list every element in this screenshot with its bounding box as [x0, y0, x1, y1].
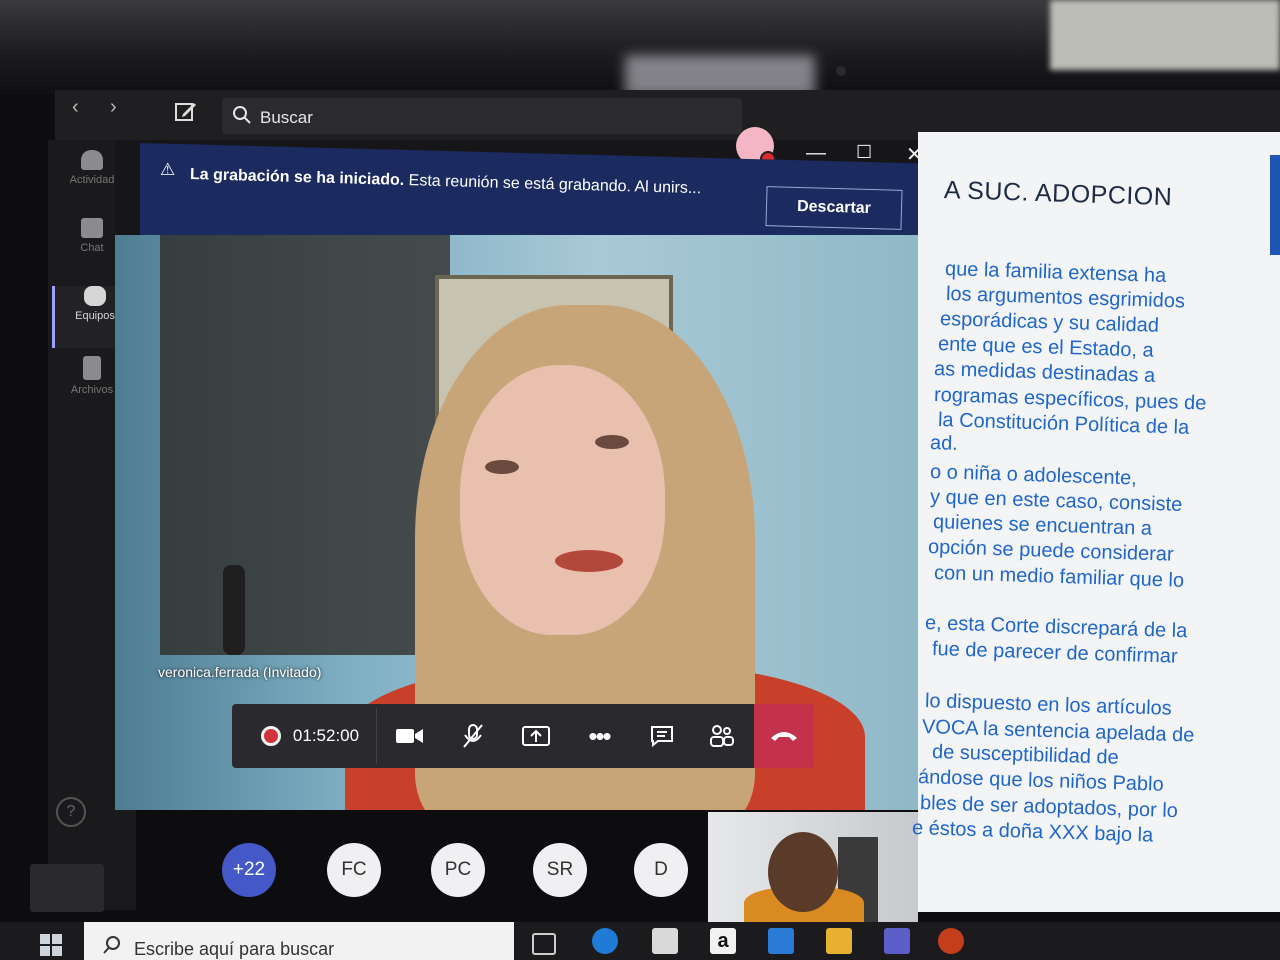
- chat-button[interactable]: [637, 704, 687, 768]
- teams-taskbar-icon[interactable]: [884, 928, 910, 954]
- participants-button[interactable]: [697, 704, 747, 768]
- store-icon[interactable]: [652, 928, 678, 954]
- document-accent-bar: [1270, 155, 1280, 255]
- video-person-eye: [485, 460, 519, 474]
- edge-icon[interactable]: [592, 928, 618, 954]
- video-person-eye: [595, 435, 629, 449]
- video-person-face: [460, 365, 665, 635]
- video-chair: [223, 565, 245, 655]
- participant-avatar[interactable]: PC: [431, 843, 485, 897]
- hang-up-button[interactable]: [754, 704, 814, 768]
- background-wall: [1050, 0, 1280, 70]
- forward-arrow-icon[interactable]: ›: [110, 96, 117, 119]
- taskbar-search-placeholder: Escribe aquí para buscar: [134, 939, 335, 959]
- self-video-thumbnail[interactable]: [708, 812, 918, 922]
- chat-icon: [651, 726, 673, 747]
- compose-icon[interactable]: [174, 101, 198, 123]
- share-screen-button[interactable]: [511, 704, 561, 768]
- task-view-icon[interactable]: [532, 933, 556, 955]
- rail-label: Archivos: [70, 384, 114, 396]
- amazon-icon[interactable]: a: [710, 928, 736, 954]
- windows-start-icon[interactable]: [40, 934, 62, 956]
- camera-icon: [396, 729, 423, 743]
- camera-button[interactable]: [385, 704, 435, 768]
- call-timer: 01:52:00: [292, 726, 360, 745]
- participant-avatar[interactable]: FC: [327, 843, 381, 897]
- record-icon: [260, 726, 281, 746]
- document-line: ad.: [929, 432, 959, 455]
- webcam: [836, 66, 846, 76]
- mic-button[interactable]: [448, 704, 498, 768]
- search-icon: [233, 106, 251, 124]
- search-placeholder: Buscar: [260, 108, 313, 127]
- taskbar-search-input[interactable]: Escribe aquí para buscar: [84, 922, 514, 960]
- thumb-person-head: [768, 832, 838, 912]
- mail-icon[interactable]: [768, 928, 794, 954]
- more-participants-badge[interactable]: +22: [222, 843, 276, 897]
- powerpoint-icon[interactable]: [938, 928, 964, 954]
- search-icon: [103, 936, 120, 954]
- maximize-icon[interactable]: ☐: [856, 142, 872, 163]
- device-icon[interactable]: [30, 864, 104, 912]
- more-options-icon[interactable]: •••: [574, 704, 624, 768]
- participant-avatar[interactable]: SR: [533, 843, 587, 897]
- participant-avatar[interactable]: D: [634, 843, 688, 897]
- back-arrow-icon[interactable]: ‹: [72, 96, 79, 119]
- rail-label: Actividad: [69, 174, 115, 186]
- dismiss-button[interactable]: Descartar: [765, 186, 903, 230]
- video-person-lips: [555, 550, 623, 572]
- recording-timer: 01:52:00: [250, 704, 370, 768]
- file-icon: [83, 356, 101, 380]
- video-background-door: [160, 235, 450, 655]
- rail-label: Chat: [80, 242, 104, 254]
- search-input[interactable]: Buscar: [222, 98, 742, 134]
- bell-icon: [81, 150, 103, 170]
- teams-icon: [84, 286, 106, 306]
- people-icon: [710, 725, 734, 747]
- warning-icon: ⚠: [160, 160, 176, 179]
- help-icon[interactable]: ?: [56, 797, 86, 827]
- control-separator: [376, 708, 377, 764]
- participant-name-label: veronica.ferrada (Invitado): [158, 664, 322, 680]
- share-screen-icon: [522, 726, 550, 746]
- file-explorer-icon[interactable]: [826, 928, 852, 954]
- rail-label: Equipos: [75, 310, 115, 322]
- chat-icon: [81, 218, 103, 238]
- mic-off-icon: [463, 724, 483, 748]
- monitor-bezel: [0, 0, 1280, 97]
- phone-hangup-icon: [771, 732, 797, 741]
